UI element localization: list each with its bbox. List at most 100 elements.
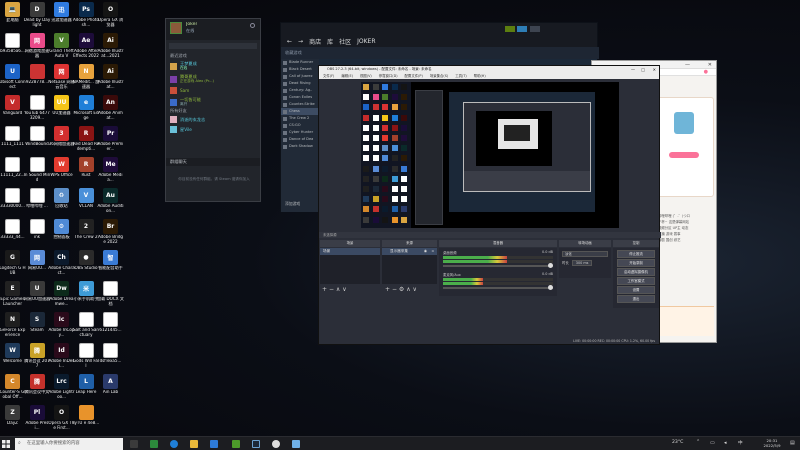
volume-slider[interactable] bbox=[443, 263, 553, 268]
friends-button[interactable] bbox=[505, 26, 515, 32]
transition-select[interactable]: 淡化 bbox=[562, 251, 608, 257]
desktop-icon[interactable]: 3 36网络加速器 bbox=[49, 126, 74, 160]
desktop-icon[interactable]: Pl Adobe Presi... bbox=[25, 405, 50, 439]
menu-tools[interactable]: 工具(T) bbox=[455, 73, 467, 79]
menu-edit[interactable]: 编辑(E) bbox=[341, 73, 353, 79]
desktop-icon[interactable]: ● OBS Studio bbox=[74, 250, 99, 284]
desktop-icon[interactable]: 迅迅游加速器 bbox=[49, 2, 74, 36]
desktop-icon[interactable]: V Vanguard bbox=[0, 95, 25, 129]
minimize-icon[interactable]: — bbox=[685, 62, 690, 68]
desktop-icon[interactable]: Salt and Sanctuary bbox=[73, 312, 99, 346]
game-list-item[interactable]: Chess bbox=[281, 108, 319, 115]
friend-entry[interactable]: 一切皆可能 离开 bbox=[170, 97, 258, 107]
desktop-icon[interactable]: 腾腾讯会议 2077 bbox=[24, 343, 50, 377]
menu-view[interactable]: 视图(V) bbox=[360, 73, 372, 79]
network-icon[interactable]: ▭ bbox=[710, 440, 715, 446]
desktop-icon[interactable]: S Steam bbox=[25, 312, 50, 346]
obs-icon[interactable] bbox=[272, 440, 280, 448]
task-view-icon[interactable] bbox=[130, 440, 138, 448]
promo-button[interactable] bbox=[669, 152, 699, 158]
clock[interactable]: 20:31 2022/5/9 bbox=[758, 438, 786, 448]
desktop-icon[interactable]: 33333_44... bbox=[0, 219, 25, 253]
desktop-icon[interactable]: C Counter-S Global Off... bbox=[0, 374, 25, 408]
desktop-icon[interactable]: Id Adobe InDesi... bbox=[49, 343, 74, 377]
nav-community[interactable]: 社区 bbox=[339, 37, 351, 46]
desktop-icon[interactable]: Ae Adobe After Effects 2022 bbox=[73, 33, 99, 67]
desktop-icon[interactable]: 米小米手机助手 bbox=[74, 281, 99, 315]
desktop-icon[interactable]: Me Adobe Media... bbox=[98, 157, 123, 191]
account-button[interactable] bbox=[530, 26, 540, 32]
desktop-icon[interactable]: An Adobe Animat... bbox=[98, 95, 123, 129]
app-icon[interactable] bbox=[232, 440, 240, 448]
desktop-icon[interactable]: O Opera GX 浏览器 bbox=[98, 2, 123, 36]
desktop-icon[interactable]: In Sound Mind bbox=[24, 157, 50, 191]
desktop-icon[interactable]: UU UU加速器 bbox=[49, 95, 74, 129]
desktop-icon[interactable]: ryTU e 4e8... bbox=[73, 405, 99, 439]
desktop-icon[interactable]: U 网易UU加速器 bbox=[24, 281, 50, 315]
obs-window[interactable]: OBS 27.2.3 (64-bit, windows) - 配置文件: 未命名… bbox=[318, 65, 661, 345]
close-icon[interactable]: ✕ bbox=[653, 66, 656, 73]
tray-arrow-icon[interactable]: ⌃ bbox=[696, 439, 700, 445]
menu-profile[interactable]: 配置文件(P) bbox=[405, 73, 423, 79]
maximize-icon[interactable]: □ bbox=[641, 66, 645, 73]
menu-scene-collection[interactable]: 场景集合(S) bbox=[430, 73, 448, 79]
desktop-icon[interactable]: Br Adobe Bridge 2022 bbox=[98, 219, 123, 253]
edge-icon[interactable] bbox=[170, 440, 178, 448]
weather-text[interactable]: 23°C bbox=[672, 440, 683, 445]
add-source-icon[interactable]: + bbox=[385, 286, 390, 293]
notifications-button[interactable] bbox=[517, 26, 527, 32]
steam-icon[interactable] bbox=[252, 440, 260, 448]
desktop-icon[interactable]: 腾腾讯会议中文 bbox=[25, 374, 50, 408]
menu-help[interactable]: 帮助(H) bbox=[474, 73, 486, 79]
desktop-icon[interactable]: 加载 DOCX 文档 bbox=[97, 281, 124, 315]
desktop-icon[interactable]: R Rust bbox=[74, 157, 99, 191]
group-chat-bar[interactable]: 群组聊天 bbox=[166, 158, 260, 166]
start-recording-button[interactable]: 开始录制 bbox=[617, 259, 655, 267]
source-item[interactable]: 显示器采集 ◉ ▫ bbox=[382, 248, 437, 255]
desktop-icon[interactable]: 智智能配音助手 bbox=[98, 250, 123, 284]
steam-friends-window[interactable]: Joker 在线 最近游戏 王梦夏成 在线 腾哥夏成 正在游戏 Alex (Pr..… bbox=[165, 18, 261, 202]
desktop-icon[interactable]: 11111_22... bbox=[0, 157, 25, 191]
friend-entry[interactable]: Sam bbox=[170, 87, 258, 94]
avatar[interactable] bbox=[170, 22, 182, 34]
friend-entry[interactable]: 王梦夏成 在线 bbox=[170, 61, 258, 71]
lock-icon[interactable]: ▫ bbox=[432, 248, 434, 255]
desktop-icon[interactable]: YouTub 64773209... bbox=[24, 95, 50, 129]
app-icon[interactable] bbox=[150, 440, 158, 448]
friend-entry[interactable]: 星Vile bbox=[170, 126, 258, 133]
move-up-icon[interactable]: ∧ bbox=[406, 286, 410, 293]
desktop-icon[interactable]: 1111_1111 bbox=[0, 126, 25, 160]
slider-handle[interactable] bbox=[548, 263, 553, 268]
nav-library[interactable]: 库 bbox=[327, 37, 333, 46]
stop-streaming-button[interactable]: 停止推流 bbox=[617, 250, 655, 258]
game-list-item[interactable]: Dance of Dea bbox=[281, 136, 319, 143]
remove-source-icon[interactable]: − bbox=[392, 286, 397, 293]
game-list-item[interactable]: The Crew 2 bbox=[281, 115, 319, 122]
move-up-icon[interactable]: ∧ bbox=[336, 286, 340, 293]
desktop-icon[interactable]: 哔哩哔哩 ... bbox=[25, 188, 50, 222]
desktop-icon[interactable]: 9228778... bbox=[25, 64, 50, 98]
game-list-item[interactable]: Counter-Strike bbox=[281, 101, 319, 108]
friend-entry[interactable]: 消逝的玄龙志 bbox=[170, 116, 258, 123]
desktop-icon[interactable]: Dw Adobe Dreamwe... bbox=[49, 281, 74, 315]
volume-icon[interactable]: ◂ bbox=[724, 440, 727, 446]
desktop-icon[interactable]: 6121445... bbox=[98, 312, 123, 346]
ime-icon[interactable]: 中 bbox=[738, 440, 743, 446]
volume-slider[interactable] bbox=[443, 285, 553, 290]
desktop-icon[interactable]: Gods Will Fall bbox=[73, 343, 99, 377]
desktop-icon[interactable]: 网 NetEase 网易云音乐 bbox=[48, 64, 75, 98]
close-icon[interactable]: ✕ bbox=[708, 62, 712, 68]
desktop-icon[interactable]: V Grand Theft Auto V bbox=[49, 33, 74, 67]
desktop-icon[interactable]: ♻ 回收站 bbox=[49, 188, 74, 222]
start-icon[interactable] bbox=[2, 440, 10, 448]
desktop-icon[interactable]: A Ain Lab bbox=[98, 374, 123, 408]
remove-scene-icon[interactable]: − bbox=[329, 286, 334, 293]
game-list-item[interactable]: Century: Ag.. bbox=[281, 87, 319, 94]
desktop-icon[interactable]: WindBound bbox=[25, 126, 50, 160]
desktop-icon[interactable]: N GeForce Experience bbox=[0, 312, 25, 346]
desktop-icon[interactable]: E Epic Games Launcher bbox=[0, 281, 25, 315]
desktop-icon[interactable]: dsfTexa5... bbox=[98, 343, 123, 377]
nav-profile[interactable]: JOKER bbox=[357, 38, 375, 45]
scene-item[interactable]: 场景 bbox=[320, 248, 380, 255]
game-list-item[interactable]: Cyber Hunter bbox=[281, 129, 319, 136]
